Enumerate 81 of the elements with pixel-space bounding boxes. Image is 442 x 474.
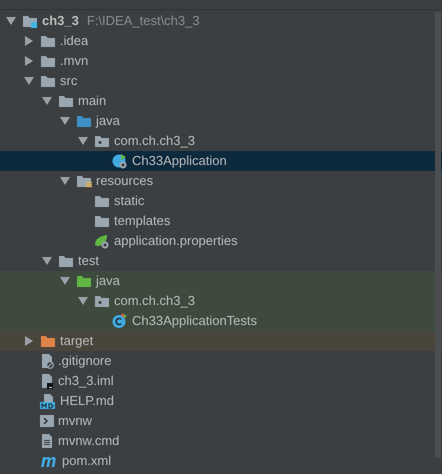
collapse-arrow-icon[interactable] [42, 257, 52, 265]
item-label: mvnw.cmd [58, 432, 120, 450]
package-folder-icon [94, 134, 110, 148]
resources-folder-icon [76, 174, 92, 188]
folder-icon [58, 254, 74, 268]
tree-item[interactable]: pom.xml [0, 451, 442, 471]
class-icon [112, 313, 128, 329]
collapse-arrow-icon[interactable] [60, 117, 70, 125]
item-label: application.properties [114, 232, 238, 250]
tree-item[interactable]: mvnw [0, 411, 442, 431]
ignored-file-icon [40, 353, 54, 369]
item-label: target [60, 332, 94, 350]
item-label: Ch33ApplicationTests [132, 312, 258, 330]
item-label: .mvn [60, 52, 88, 70]
tree-item[interactable]: Ch33Application [0, 151, 442, 171]
item-label: src [60, 72, 78, 90]
tree-item[interactable]: .mvn [0, 51, 442, 71]
tree-item[interactable]: HELP.md [0, 391, 442, 411]
item-label: mvnw [58, 412, 92, 430]
item-label: ch3_3.iml [58, 372, 114, 390]
collapse-arrow-icon[interactable] [6, 17, 16, 25]
folder-icon [58, 94, 74, 108]
tree-item[interactable]: target [0, 331, 442, 351]
item-label: pom.xml [62, 452, 112, 470]
markdown-file-icon [40, 393, 56, 409]
folder-icon [94, 194, 110, 208]
tree-item[interactable]: mvnw.cmd [0, 431, 442, 451]
folder-icon [76, 114, 92, 128]
item-label: com.ch.ch3_3 [114, 292, 195, 310]
item-label: .gitignore [58, 352, 112, 370]
tree-item[interactable]: resources [0, 171, 442, 191]
item-label: com.ch.ch3_3 [114, 132, 195, 150]
collapse-arrow-icon[interactable] [24, 77, 34, 85]
folder-icon [40, 34, 56, 48]
tree-item[interactable]: application.properties [0, 231, 442, 251]
scrollbar[interactable] [435, 12, 441, 458]
tree-item[interactable]: main [0, 91, 442, 111]
collapse-arrow-icon[interactable] [42, 97, 52, 105]
module-folder-icon [22, 14, 38, 28]
collapse-arrow-icon[interactable] [60, 277, 70, 285]
package-folder-icon [94, 294, 110, 308]
leaf-gear-icon [94, 233, 110, 249]
tree-item[interactable]: .gitignore [0, 351, 442, 371]
item-label: HELP.md [60, 392, 114, 410]
folder-icon [40, 54, 56, 68]
item-label: Ch33Application [132, 152, 227, 170]
item-label: java [96, 112, 120, 130]
tree-item[interactable]: src [0, 71, 442, 91]
folder-icon [40, 334, 56, 348]
tree-item[interactable]: java [0, 111, 442, 131]
item-label: templates [114, 212, 170, 230]
item-label: main [78, 92, 106, 110]
folder-icon [40, 74, 56, 88]
item-label: static [114, 192, 144, 210]
item-label: ch3_3 [42, 12, 79, 30]
item-path: F:\IDEA_test\ch3_3 [86, 12, 200, 30]
item-label: java [96, 272, 120, 290]
tree-item[interactable]: com.ch.ch3_3 [0, 291, 442, 311]
collapse-arrow-icon[interactable] [78, 297, 88, 305]
class-icon [112, 153, 128, 169]
folder-icon [94, 214, 110, 228]
tree-item[interactable]: ch3_3.iml [0, 371, 442, 391]
text-file-icon [40, 433, 54, 449]
collapse-arrow-icon[interactable] [60, 177, 70, 185]
item-label: resources [96, 172, 154, 190]
tree-item[interactable]: java [0, 271, 442, 291]
tree-item[interactable]: templates [0, 211, 442, 231]
tree-item[interactable]: com.ch.ch3_3 [0, 131, 442, 151]
expand-arrow-icon[interactable] [25, 336, 33, 346]
collapse-arrow-icon[interactable] [78, 137, 88, 145]
maven-icon [40, 454, 58, 468]
terminal-icon [40, 414, 54, 428]
folder-icon [76, 274, 92, 288]
tree-item[interactable]: test [0, 251, 442, 271]
tree-item[interactable]: .idea [0, 31, 442, 51]
tree-item[interactable]: ch3_3 F:\IDEA_test\ch3_3 [0, 11, 442, 31]
item-label: test [78, 252, 99, 270]
module-file-icon [40, 373, 54, 389]
tree-item[interactable]: static [0, 191, 442, 211]
item-label: .idea [60, 32, 88, 50]
tree-item[interactable]: Ch33ApplicationTests [0, 311, 442, 331]
